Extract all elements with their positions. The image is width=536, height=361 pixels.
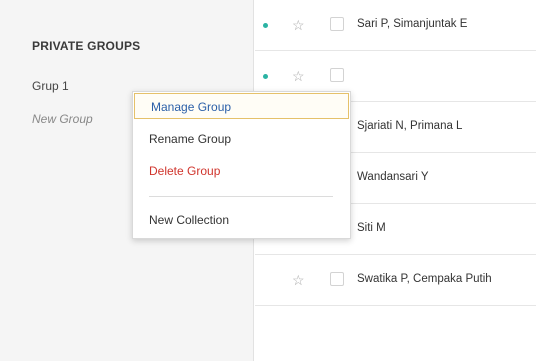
group-context-menu: Manage Group Rename Group Delete Group N…: [132, 91, 351, 239]
row-checkbox[interactable]: [330, 17, 344, 31]
list-item[interactable]: ☆ Swatika P, Cempaka Putih: [255, 255, 536, 306]
unread-indicator-icon: [263, 74, 268, 79]
delete-group-menu-item[interactable]: Delete Group: [133, 158, 350, 184]
list-item[interactable]: ☆ Sari P, Simanjuntak E: [255, 0, 536, 51]
private-groups-heading: PRIVATE GROUPS: [32, 39, 141, 53]
item-authors[interactable]: Swatika P, Cempaka Putih: [357, 273, 492, 285]
star-icon[interactable]: ☆: [292, 271, 305, 289]
unread-indicator-icon: [263, 23, 268, 28]
new-collection-menu-item[interactable]: New Collection: [133, 207, 350, 233]
sidebar-item-new-group[interactable]: New Group: [32, 112, 93, 126]
item-authors[interactable]: Siti M: [357, 222, 386, 234]
row-checkbox[interactable]: [330, 272, 344, 286]
sidebar-item-grup-1[interactable]: Grup 1: [32, 79, 69, 93]
rename-group-menu-item[interactable]: Rename Group: [133, 126, 350, 152]
star-icon[interactable]: ☆: [292, 16, 305, 34]
row-checkbox[interactable]: [330, 68, 344, 82]
menu-divider: [149, 196, 333, 197]
item-authors[interactable]: Wandansari Y: [357, 171, 429, 183]
item-authors[interactable]: Sari P, Simanjuntak E: [357, 18, 467, 30]
manage-group-menu-item[interactable]: Manage Group: [134, 93, 349, 119]
item-authors[interactable]: Sjariati N, Primana L: [357, 120, 462, 132]
star-icon[interactable]: ☆: [292, 67, 305, 85]
